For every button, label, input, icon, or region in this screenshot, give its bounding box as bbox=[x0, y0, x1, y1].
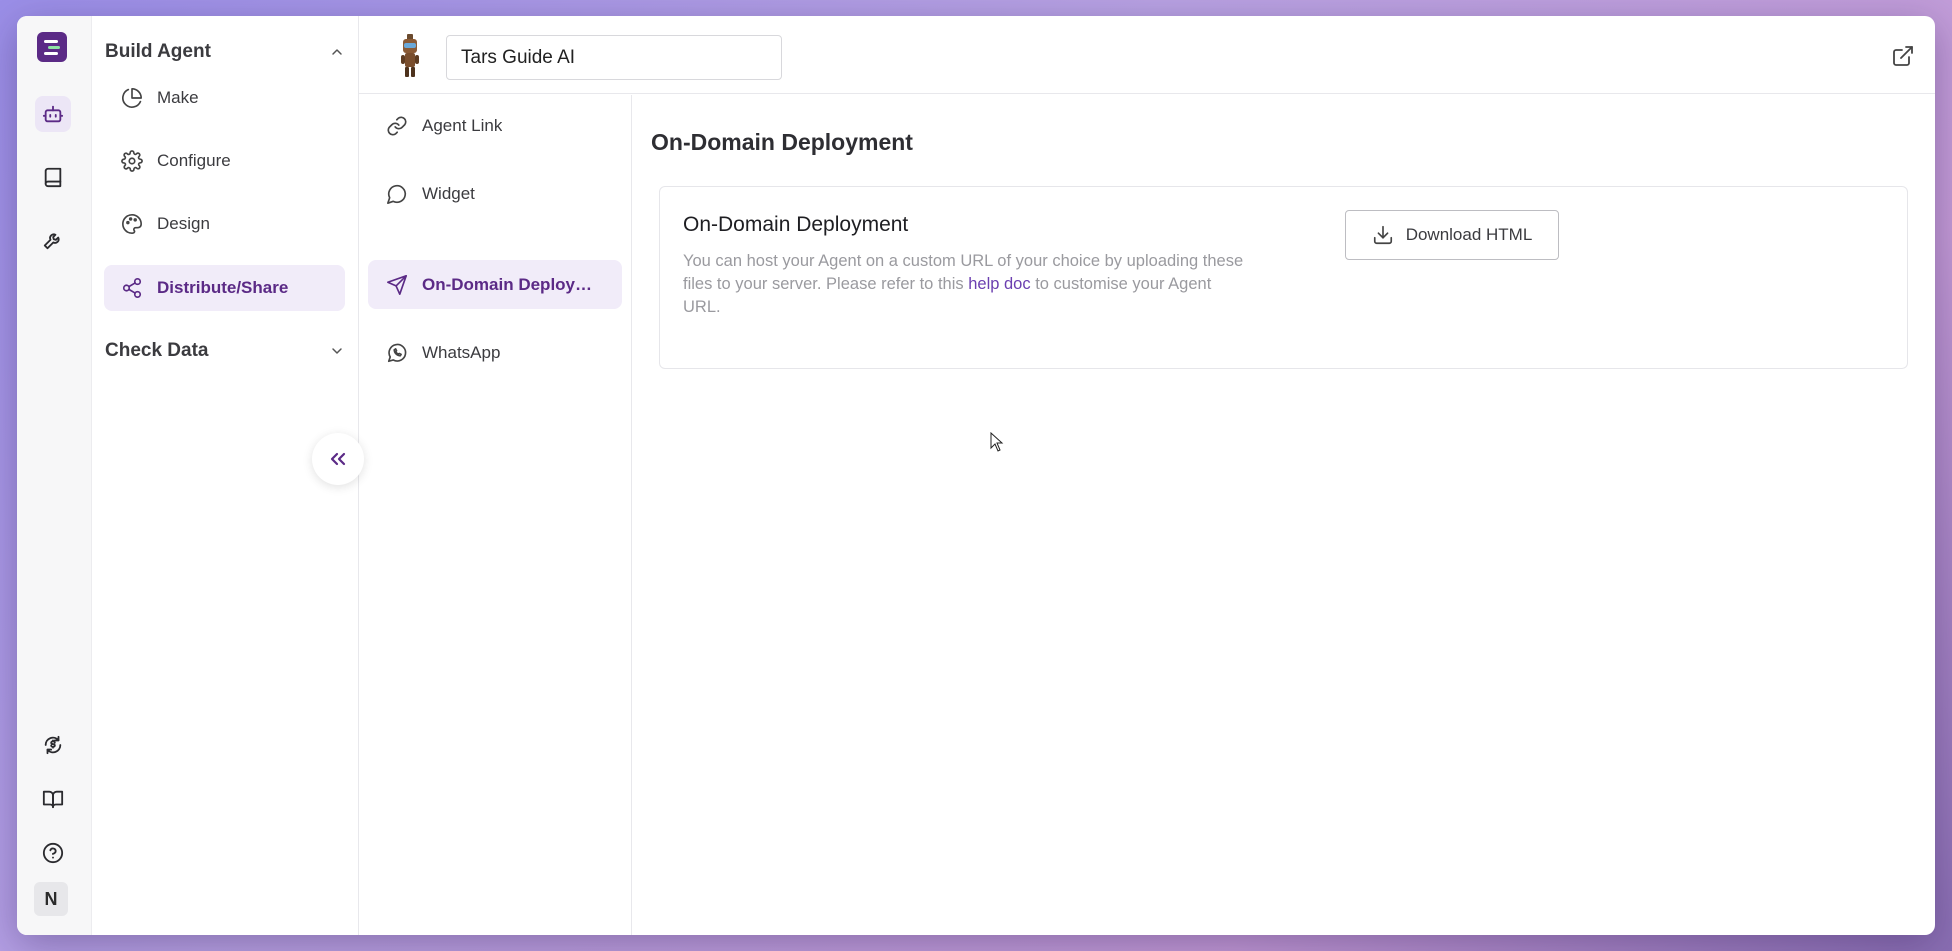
pie-chart-icon bbox=[122, 88, 142, 108]
download-html-label: Download HTML bbox=[1405, 225, 1533, 244]
app-window: N Build Agent Make Configure Design Dist… bbox=[17, 16, 1935, 935]
nav-item-label: Distribute/Share bbox=[157, 278, 289, 297]
subnav-item-label: Agent Link bbox=[422, 115, 503, 135]
open-book-icon[interactable] bbox=[35, 781, 71, 817]
help-doc-link[interactable]: help doc bbox=[968, 275, 1030, 293]
card-title: On-Domain Deployment bbox=[683, 213, 909, 236]
subnav-item-label: On-Domain Deployment bbox=[422, 274, 597, 294]
download-icon bbox=[1373, 225, 1392, 245]
agent-name-input[interactable] bbox=[446, 35, 782, 80]
chevron-down-icon bbox=[332, 348, 342, 354]
double-chevron-left-icon bbox=[330, 452, 346, 466]
wrench-icon[interactable] bbox=[35, 222, 71, 258]
build-agent-section-header[interactable]: Build Agent bbox=[105, 37, 345, 67]
help-icon[interactable] bbox=[35, 835, 71, 871]
card-description: You can host your Agent on a custom URL … bbox=[683, 250, 1248, 319]
gear-icon bbox=[121, 150, 143, 172]
deployment-content: On-Domain Deployment On-Domain Deploymen… bbox=[632, 95, 1935, 935]
bot-icon[interactable] bbox=[35, 96, 71, 132]
subnav-item-whatsapp[interactable]: WhatsApp bbox=[368, 328, 622, 377]
check-data-title: Check Data bbox=[105, 340, 209, 361]
nav-item-distribute-share[interactable]: Distribute/Share bbox=[104, 265, 345, 311]
subnav-item-label: WhatsApp bbox=[422, 342, 501, 362]
chat-bubble-icon bbox=[387, 184, 407, 204]
whatsapp-icon bbox=[387, 343, 407, 362]
icon-rail: N bbox=[17, 16, 92, 935]
mouse-cursor-icon bbox=[990, 432, 1004, 452]
nav-item-make[interactable]: Make bbox=[104, 75, 345, 121]
subnav-item-widget[interactable]: Widget bbox=[368, 169, 622, 218]
book-icon[interactable] bbox=[35, 159, 71, 195]
chevron-up-icon bbox=[332, 49, 342, 55]
subnav-item-agent-link[interactable]: Agent Link bbox=[368, 101, 622, 150]
distribute-subnav: Agent Link Widget On-Domain Deployment W… bbox=[359, 95, 632, 935]
dollar-cycle-icon[interactable] bbox=[35, 727, 71, 763]
avatar[interactable]: N bbox=[34, 882, 68, 916]
page-title: On-Domain Deployment bbox=[651, 129, 913, 155]
nav-item-configure[interactable]: Configure bbox=[104, 138, 345, 184]
download-html-button[interactable]: Download HTML bbox=[1345, 210, 1559, 260]
nav-item-label: Make bbox=[157, 88, 199, 107]
main-area: Agent Link Widget On-Domain Deployment W… bbox=[359, 16, 1935, 935]
nav-item-design[interactable]: Design bbox=[104, 201, 345, 247]
agent-mascot-icon bbox=[401, 34, 419, 77]
collapse-sidebar-button[interactable] bbox=[312, 433, 364, 485]
subnav-item-on-domain-deployment[interactable]: On-Domain Deployment bbox=[368, 260, 622, 309]
check-data-section-header[interactable]: Check Data bbox=[105, 336, 345, 366]
link-icon bbox=[387, 115, 407, 136]
nav-item-label: Configure bbox=[157, 151, 231, 170]
subnav-item-label: Widget bbox=[422, 183, 475, 203]
nav-item-label: Design bbox=[157, 214, 210, 233]
external-link-icon[interactable] bbox=[1891, 44, 1915, 68]
share-icon bbox=[122, 278, 142, 298]
logo-icon[interactable] bbox=[37, 32, 67, 62]
build-agent-title: Build Agent bbox=[105, 41, 211, 62]
top-bar bbox=[359, 16, 1935, 94]
deployment-card: On-Domain Deployment You can host your A… bbox=[659, 186, 1908, 369]
send-icon bbox=[387, 274, 407, 295]
palette-icon bbox=[122, 214, 142, 234]
